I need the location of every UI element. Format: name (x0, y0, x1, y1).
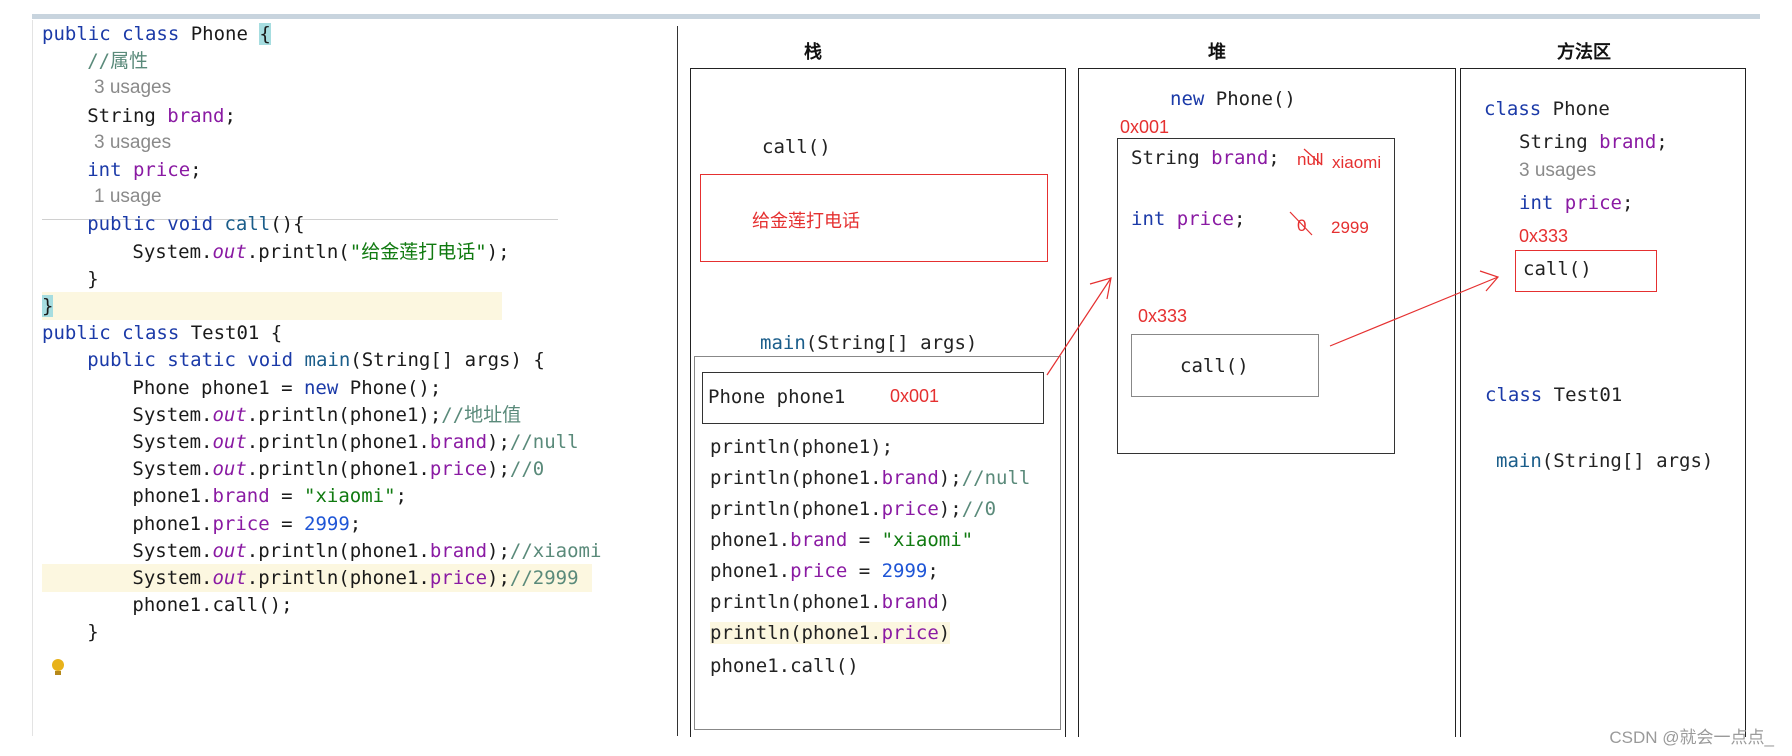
strike-brand-null (1303, 148, 1323, 166)
ref-arrow-stack-heap-head (1089, 277, 1112, 300)
ref-arrow-heap-method (1329, 276, 1499, 347)
arrows-overlay (1046, 148, 1500, 376)
watermark: CSDN @就会一点点_ (1609, 728, 1774, 747)
memory-diagram: 栈 堆 方法区 call() 给金莲打电话 main(String[] args… (0, 0, 1792, 756)
strike-price-zero (1289, 211, 1313, 236)
ref-arrow-stack-heap (1046, 277, 1112, 376)
